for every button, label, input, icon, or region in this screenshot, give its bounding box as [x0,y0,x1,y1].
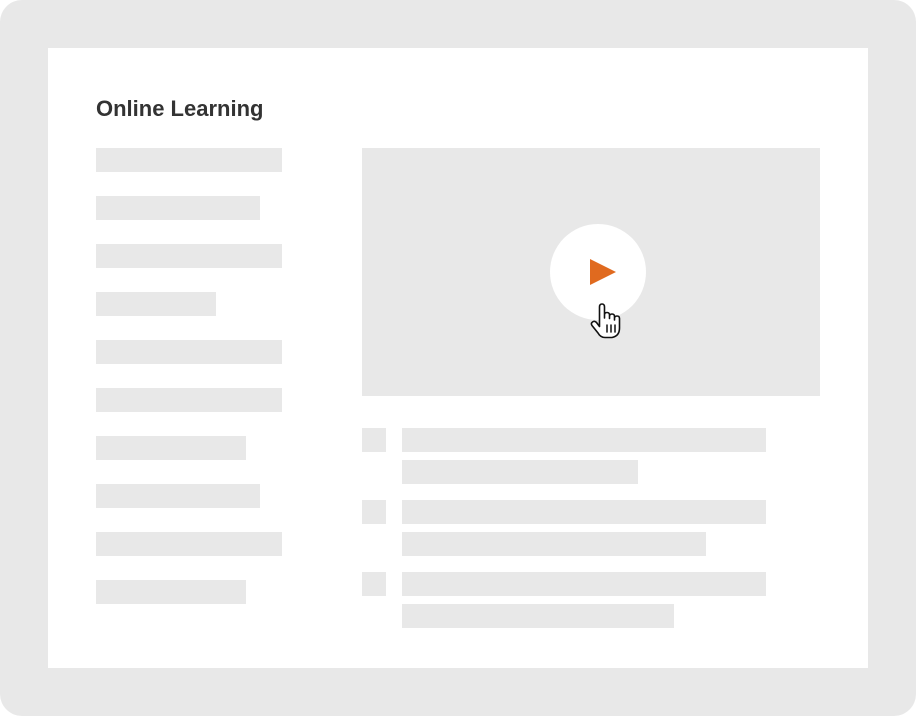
sidebar-item-placeholder[interactable] [96,340,282,364]
sidebar-item-placeholder[interactable] [96,484,260,508]
sidebar-item-placeholder[interactable] [96,148,282,172]
sidebar-item-placeholder[interactable] [96,532,282,556]
play-icon [590,259,616,285]
sidebar-item-placeholder[interactable] [96,388,282,412]
device-frame: Online Learning [0,0,916,716]
learning-page: Online Learning [48,48,868,668]
sidebar-item-placeholder[interactable] [96,196,260,220]
lesson-description-placeholder [402,532,706,556]
hand-pointer-icon [590,303,621,339]
lesson-description-placeholder [402,460,638,484]
sidebar-item-placeholder[interactable] [96,580,246,604]
page-title: Online Learning [96,96,264,121]
lesson-marker [362,572,386,596]
lesson-title-placeholder[interactable] [402,572,766,596]
lesson-description-placeholder [402,604,674,628]
lesson-marker [362,500,386,524]
sidebar-item-placeholder[interactable] [96,436,246,460]
lesson-title-placeholder[interactable] [402,428,766,452]
sidebar-item-placeholder[interactable] [96,292,216,316]
lesson-title-placeholder[interactable] [402,500,766,524]
video-player[interactable] [362,148,820,396]
lesson-marker [362,428,386,452]
sidebar-item-placeholder[interactable] [96,244,282,268]
